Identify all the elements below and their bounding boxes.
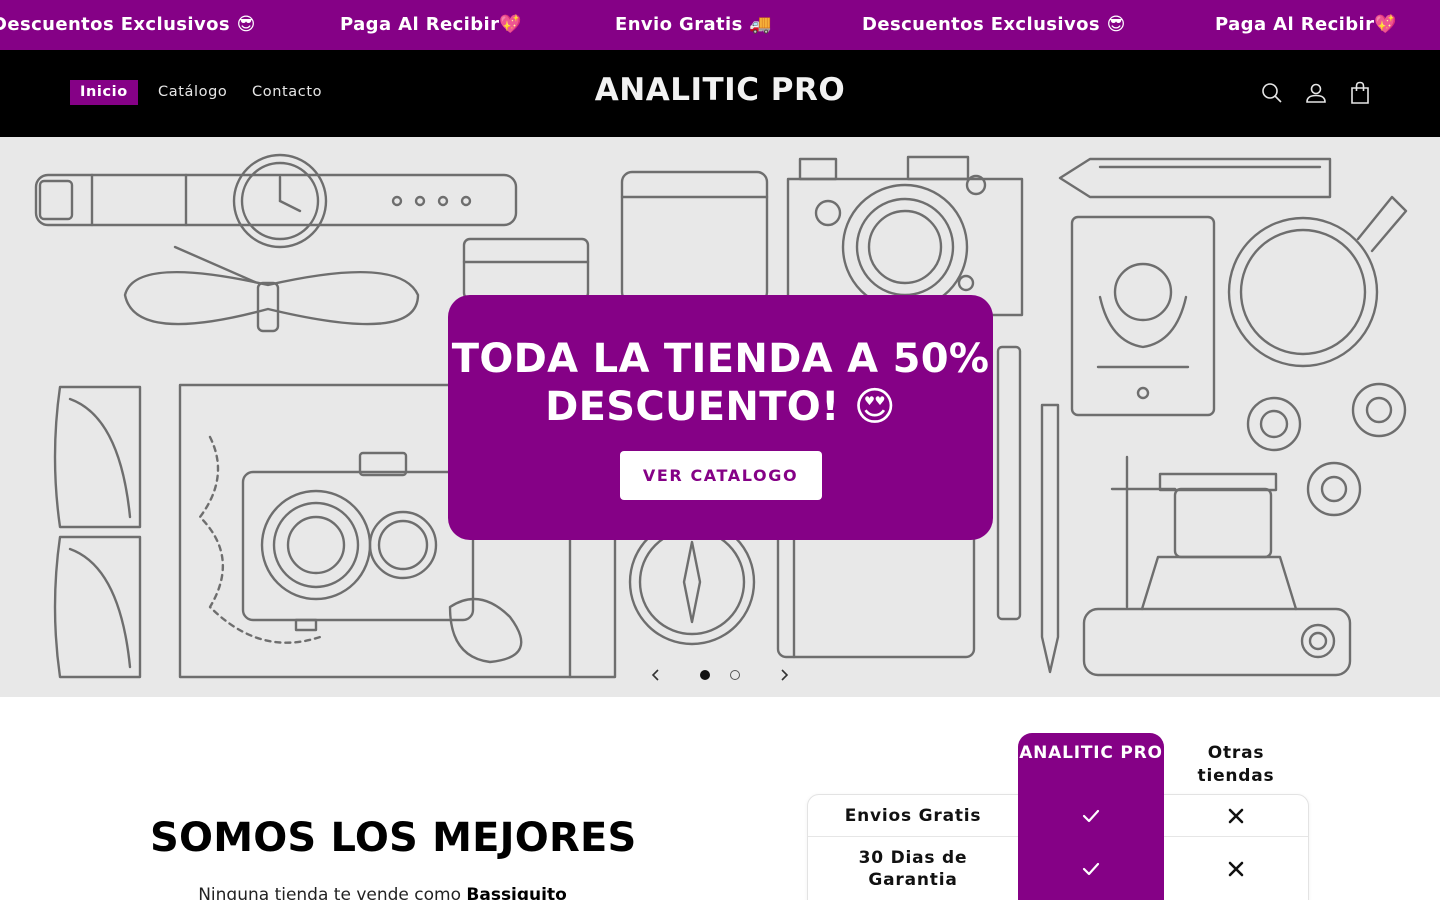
promo-heading: TODA LA TIENDA A 50% DESCUENTO! 😍 bbox=[451, 336, 990, 430]
check-icon bbox=[1082, 862, 1100, 876]
slider-prev-button[interactable] bbox=[646, 666, 666, 684]
nav-link-inicio[interactable]: Inicio bbox=[70, 80, 138, 105]
slider-next-button[interactable] bbox=[774, 666, 794, 684]
comparison-feature: Envios Gratis bbox=[844, 806, 982, 826]
announcement-message: Descuentos Exclusivos 😎 bbox=[862, 14, 1126, 35]
search-icon[interactable] bbox=[1260, 81, 1284, 105]
comparison-feature: 30 Dias de Garantia bbox=[858, 848, 968, 890]
section-title: SOMOS LOS MEJORES bbox=[150, 815, 637, 861]
announcement-bar: Descuentos Exclusivos 😎 Paga Al Recibir💖… bbox=[0, 0, 1440, 50]
account-icon[interactable] bbox=[1304, 81, 1328, 105]
cross-icon bbox=[1228, 861, 1244, 877]
promo-banner: TODA LA TIENDA A 50% DESCUENTO! 😍 VER CA… bbox=[448, 295, 993, 540]
comparison-brand-header: ANALITIC PRO bbox=[1019, 743, 1163, 763]
site-logo[interactable]: ANALITIC PRO bbox=[540, 72, 900, 108]
chevron-right-icon bbox=[781, 669, 789, 681]
section-text-brand: Bassiquito bbox=[466, 885, 567, 900]
nav-link-contacto[interactable]: Contacto bbox=[252, 80, 322, 105]
site-header: Inicio Catálogo Contacto ANALITIC PRO bbox=[0, 50, 1440, 137]
comparison-other-header: Otras tiendas bbox=[1197, 743, 1275, 786]
announcement-message: Envio Gratis 🚚 bbox=[615, 14, 773, 35]
cross-icon bbox=[1228, 808, 1244, 824]
check-icon bbox=[1082, 809, 1100, 823]
hero-slideshow: TODA LA TIENDA A 50% DESCUENTO! 😍 VER CA… bbox=[0, 137, 1440, 697]
section-text: Ninguna tienda te vende como Bassiquito bbox=[150, 885, 615, 900]
view-catalog-button[interactable]: VER CATALOGO bbox=[619, 451, 822, 500]
announcement-message: Paga Al Recibir💖 bbox=[1215, 14, 1398, 35]
announcement-message: Paga Al Recibir💖 bbox=[340, 14, 523, 35]
chevron-left-icon bbox=[651, 669, 659, 681]
nav-link-catalogo[interactable]: Catálogo bbox=[158, 80, 227, 105]
section-text-lead: Ninguna tienda te vende como bbox=[198, 885, 467, 900]
slider-dot-1[interactable] bbox=[700, 670, 710, 680]
slider-dot-2[interactable] bbox=[730, 670, 740, 680]
announcement-message: Descuentos Exclusivos 😎 bbox=[0, 14, 256, 35]
cart-icon[interactable] bbox=[1348, 81, 1372, 105]
